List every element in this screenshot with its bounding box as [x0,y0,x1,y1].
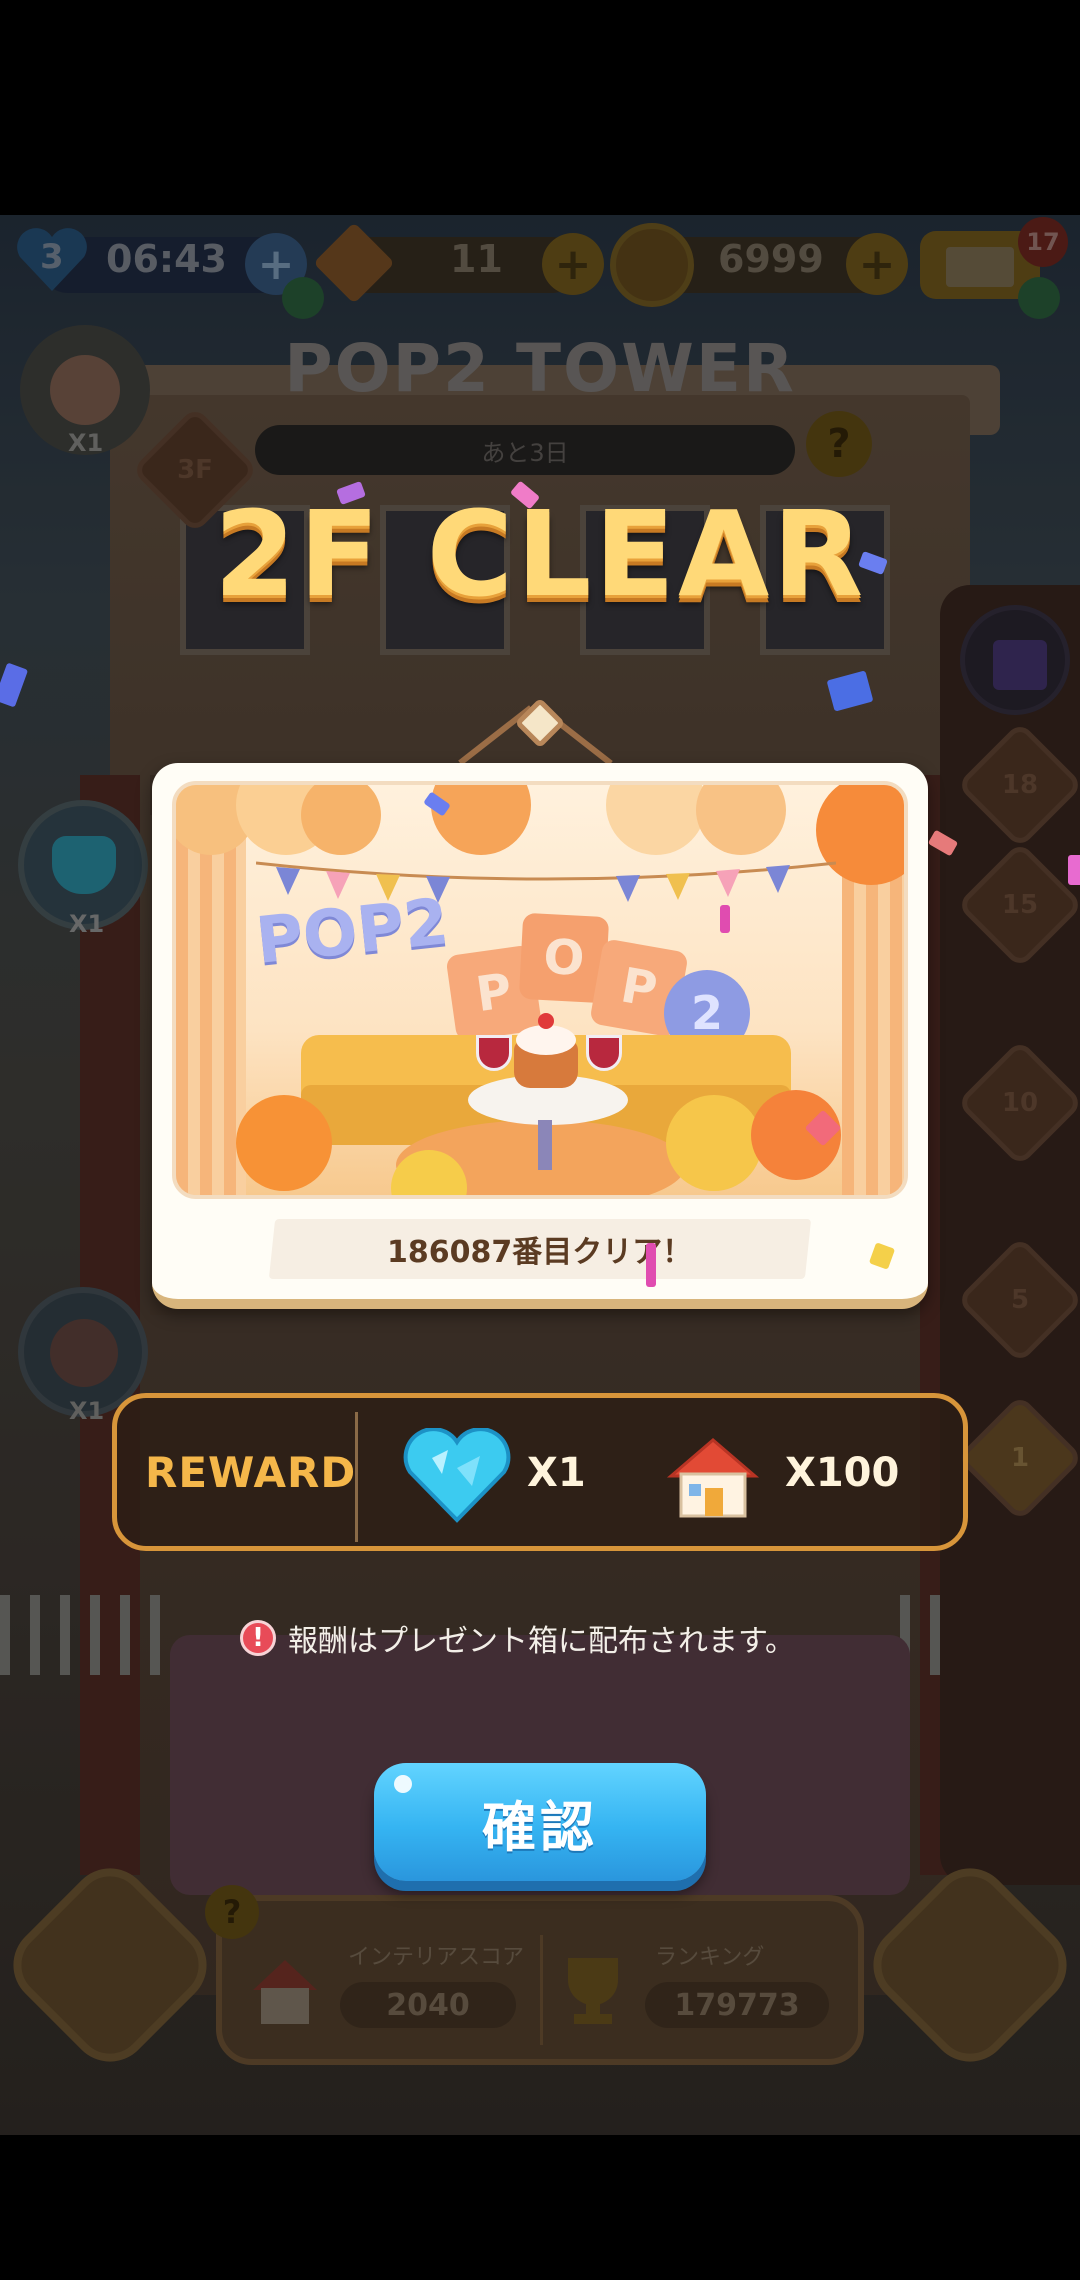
notice-text: 報酬はプレゼント箱に配布されます。 [288,1624,795,1659]
balloon [696,785,786,855]
reward-notice: ! 報酬はプレゼント箱に配布されます。 [240,1613,880,1663]
balloon [606,785,706,855]
balloon [236,1095,332,1191]
alert-icon: ! [240,1620,276,1656]
cake-cream [516,1025,576,1055]
confirm-button[interactable]: 確認 [374,1763,706,1881]
confetti [1068,855,1080,885]
clear-order-banner: 186087番目クリア！ [268,1219,812,1279]
balloon [666,1095,762,1191]
button-shine [394,1775,412,1793]
reward-label: REWARD [145,1448,357,1497]
game-viewport: 18 15 10 5 1 3F X1 X1 X1 3 06:43 + 11 + … [0,215,1080,2135]
reward-heart-qty: X1 [527,1450,586,1496]
cherry [538,1013,554,1029]
confetti [646,1243,656,1287]
heart-icon [402,1427,512,1524]
table-leg [538,1120,552,1170]
balloon [301,785,381,855]
house-icon [665,1432,761,1522]
wine-glass [476,1035,512,1071]
floor-clear-title: 2F CLEAR [213,485,867,623]
reward-divider [355,1412,358,1542]
clear-card: POP2 P O P 2 186087番目クリア！ [152,763,928,1309]
reward-house-qty: X100 [785,1450,900,1496]
wine-glass [586,1035,622,1071]
reward-box: REWARD X1 X100 [112,1393,968,1551]
balloon [431,785,531,855]
screen: 18 15 10 5 1 3F X1 X1 X1 3 06:43 + 11 + … [0,0,1080,2280]
celebration-image: POP2 P O P 2 [172,781,908,1199]
confetti [720,905,730,933]
confirm-label: 確認 [482,1795,598,1859]
